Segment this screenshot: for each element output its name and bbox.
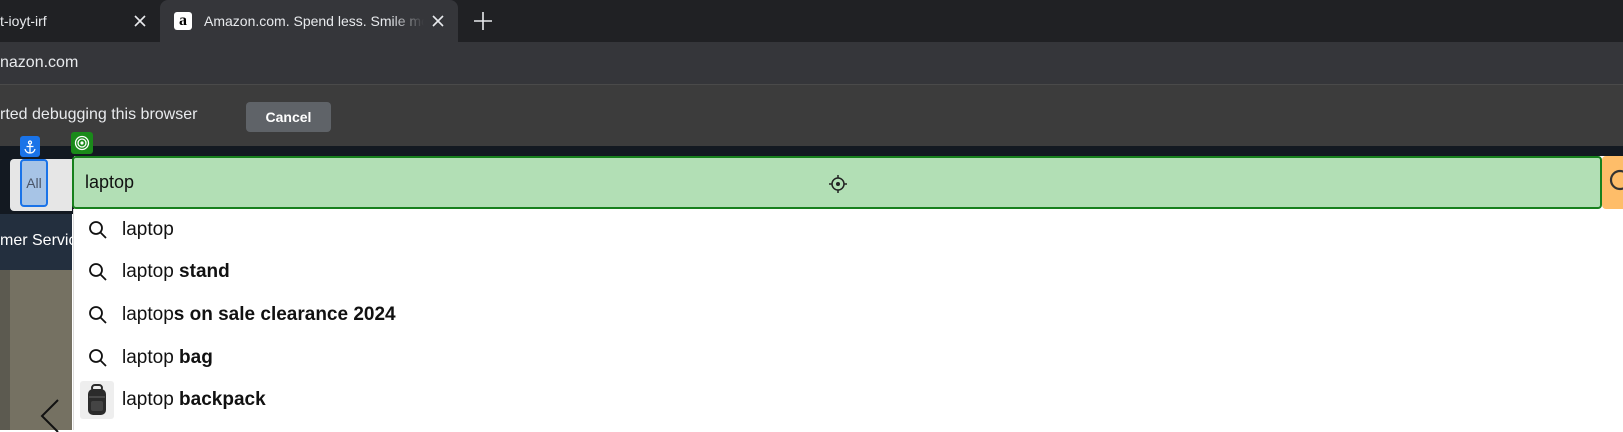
search-icon [1609, 169, 1623, 191]
suggestion-item[interactable]: laptop stand [74, 251, 1604, 293]
amazon-favicon-icon: a [174, 12, 192, 30]
tab-amazon[interactable]: a Amazon.com. Spend less. Smile more. [160, 0, 458, 42]
nav-customer-service[interactable]: mer Servic [0, 232, 76, 250]
search-submit-button[interactable] [1602, 156, 1623, 209]
suggestion-item[interactable]: laptop bag [74, 337, 1604, 379]
target-glyph-icon [74, 135, 90, 151]
nav-belt: mer Servic [0, 214, 76, 270]
tab-strip: t-ioyt-irf a Amazon.com. Spend less. Smi… [0, 0, 1623, 42]
infobar-text: rted debugging this browser [0, 106, 198, 123]
anchor-icon [20, 136, 40, 157]
amazon-header-strip [0, 146, 1623, 156]
tab-title: t-ioyt-irf [0, 13, 47, 29]
search-icon [89, 221, 107, 239]
suggestion-prefix: laptop [122, 389, 174, 410]
new-tab-plus-icon[interactable] [472, 10, 494, 32]
suggestion-suffix: stand [173, 261, 230, 282]
category-label: All [26, 175, 42, 191]
anchor-glyph-icon [24, 139, 36, 154]
suggestion-item[interactable]: laptop backpack [74, 379, 1604, 421]
suggestion-prefix: laptop [122, 304, 174, 325]
search-input-value[interactable]: laptop [85, 172, 134, 193]
tab-title: Amazon.com. Spend less. Smile more. [204, 13, 424, 29]
chevron-left-icon[interactable] [36, 398, 62, 432]
close-icon[interactable] [428, 11, 448, 31]
suggestion-suffix: s on sale clearance 2024 [173, 304, 396, 325]
tab-1[interactable]: t-ioyt-irf [0, 0, 160, 42]
suggestion-suffix: backpack [173, 389, 266, 410]
search-icon [89, 263, 107, 281]
backpack-thumbnail-icon [80, 381, 114, 419]
crosshair-icon [829, 175, 847, 193]
target-icon [71, 132, 93, 154]
address-bar[interactable]: nazon.com [0, 42, 1623, 84]
suggestion-item[interactable]: laptop s on sale clearance 2024 [74, 294, 1604, 336]
suggestion-prefix: laptop [122, 261, 174, 282]
address-url[interactable]: nazon.com [0, 54, 78, 72]
suggestion-prefix: laptop [122, 219, 174, 240]
cancel-button[interactable]: Cancel [246, 102, 331, 132]
search-icon [89, 306, 107, 324]
close-icon[interactable] [130, 11, 150, 31]
category-dropdown-highlight[interactable]: All [20, 159, 48, 207]
suggestion-suffix: bag [173, 347, 213, 368]
backpack-icon [88, 384, 106, 415]
suggestion-item[interactable]: laptop [74, 209, 1604, 251]
hero-banner-edge [0, 270, 10, 430]
debugging-infobar: rted debugging this browser Cancel [0, 84, 1623, 146]
search-input[interactable]: laptop [72, 156, 1602, 209]
suggestion-prefix: laptop [122, 347, 174, 368]
search-icon [89, 349, 107, 367]
search-suggestions: laptop laptop stand laptop s on sale clea… [73, 209, 1603, 430]
